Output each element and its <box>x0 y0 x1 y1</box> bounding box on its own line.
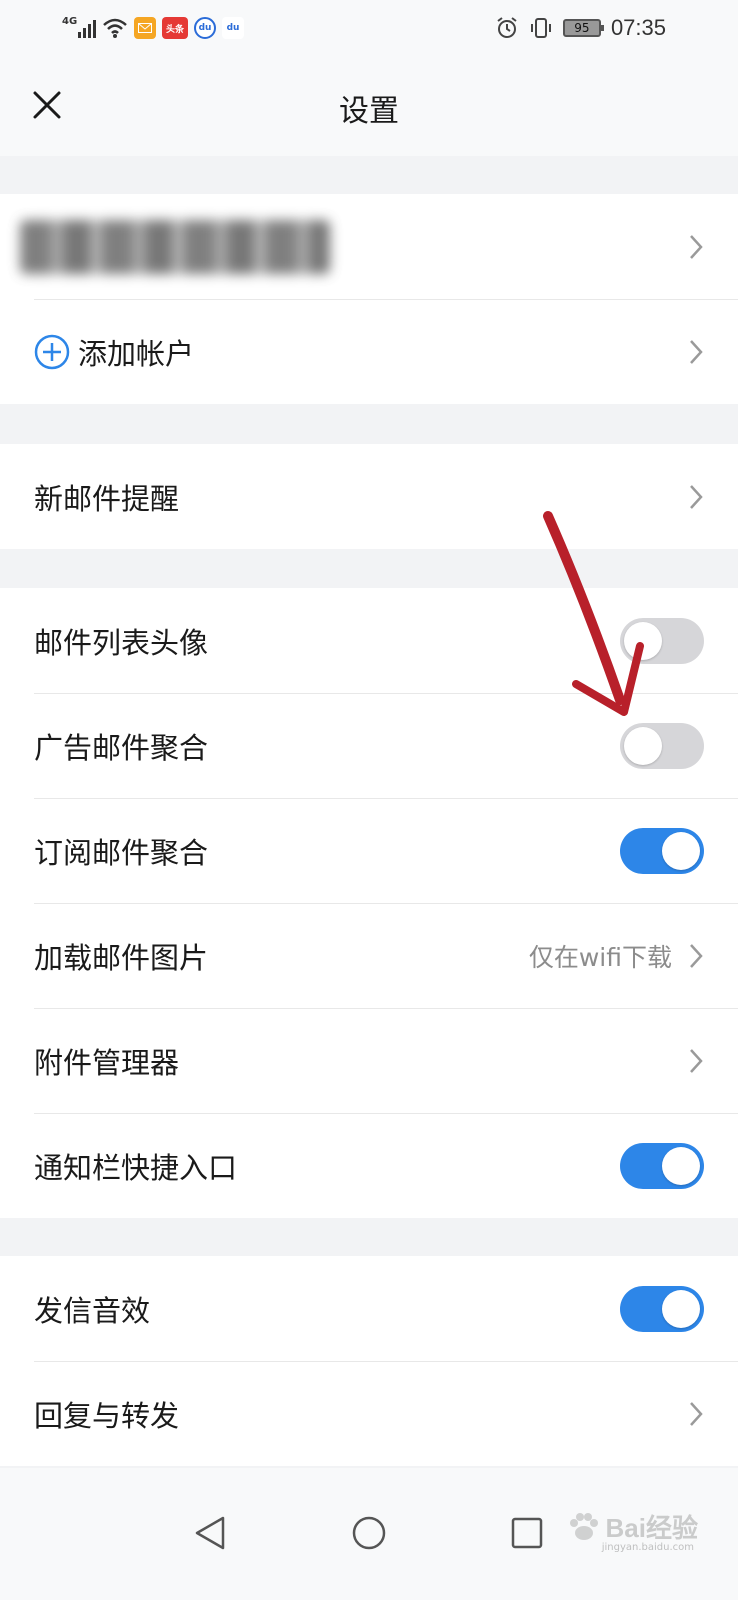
network-type: 4G <box>62 16 78 27</box>
reply-forward-row[interactable]: 回复与转发 <box>0 1361 738 1466</box>
chevron-right-icon <box>690 234 703 259</box>
settings-group: 邮件列表头像 广告邮件聚合 订阅邮件聚合 加载邮件图片 仅在wifi下载 附件管… <box>0 588 738 1218</box>
ad-mail-aggregate-toggle[interactable] <box>620 722 704 769</box>
mail-list-avatar-label: 邮件列表头像 <box>34 625 209 660</box>
status-bar: 4G 头条 du du 95 07:35 <box>0 0 738 56</box>
chevron-right-icon <box>690 943 703 968</box>
back-triangle-icon <box>195 1516 225 1550</box>
attachment-manager-label: 附件管理器 <box>34 1045 180 1080</box>
ad-mail-aggregate-row: 广告邮件聚合 <box>0 693 738 798</box>
notification-shortcut-label: 通知栏快捷入口 <box>34 1150 238 1185</box>
chevron-right-icon <box>690 339 703 364</box>
chevron-right-icon <box>690 1048 703 1073</box>
subscription-aggregate-toggle[interactable] <box>620 827 704 874</box>
notify-group: 新邮件提醒 <box>0 444 738 549</box>
subscription-aggregate-row: 订阅邮件聚合 <box>0 798 738 903</box>
alarm-icon <box>497 17 517 38</box>
baidu-jingyan-watermark: Bai经验 <box>566 1508 698 1545</box>
page-title: 设置 <box>339 94 399 129</box>
attachment-manager-row[interactable]: 附件管理器 <box>0 1008 738 1113</box>
mail-list-avatar-row: 邮件列表头像 <box>0 588 738 693</box>
send-sound-label: 发信音效 <box>34 1293 151 1328</box>
recents-square-icon <box>511 1517 543 1549</box>
add-account-row[interactable]: 添加帐户 <box>0 299 738 404</box>
header: 设置 <box>0 56 738 156</box>
wifi-icon <box>103 18 127 38</box>
subscription-aggregate-label: 订阅邮件聚合 <box>34 835 209 870</box>
paw-logo-icon <box>569 1512 598 1540</box>
notification-shortcut-toggle[interactable] <box>620 1142 704 1189</box>
baidu-small-icon: du <box>222 17 244 39</box>
new-mail-alert-label: 新邮件提醒 <box>34 481 180 516</box>
watermark-text: Bai经验 <box>605 1513 698 1543</box>
toutiao-icon: 头条 <box>162 17 188 39</box>
redacted-account-name <box>20 219 330 274</box>
battery-icon: 95 <box>562 19 604 37</box>
sound-group: 发信音效 回复与转发 <box>0 1256 738 1466</box>
mail-app-icon <box>134 17 156 39</box>
ad-mail-aggregate-label: 广告邮件聚合 <box>34 730 209 765</box>
send-sound-toggle[interactable] <box>620 1285 704 1332</box>
clock: 07:35 <box>610 15 666 40</box>
add-account-label: 添加帐户 <box>78 336 195 371</box>
chevron-right-icon <box>690 1401 703 1426</box>
status-right: 95 07:35 <box>495 14 666 42</box>
vibrate-icon <box>530 18 551 38</box>
load-images-row[interactable]: 加载邮件图片 仅在wifi下载 <box>0 903 738 1008</box>
reply-forward-label: 回复与转发 <box>34 1398 180 1433</box>
recents-button[interactable] <box>502 1508 552 1558</box>
new-mail-alert-row[interactable]: 新邮件提醒 <box>0 444 738 549</box>
home-circle-icon <box>352 1516 386 1550</box>
status-left: 4G 头条 du du <box>62 14 244 42</box>
load-images-value: 仅在wifi下载 <box>528 942 672 972</box>
signal-icon: 4G <box>62 16 96 40</box>
notification-shortcut-row: 通知栏快捷入口 <box>0 1113 738 1218</box>
add-circle-icon <box>34 334 70 369</box>
watermark-subtext: jingyan.baidu.com <box>601 1542 694 1553</box>
send-sound-row: 发信音效 <box>0 1256 738 1361</box>
back-button[interactable] <box>185 1508 235 1558</box>
home-button[interactable] <box>344 1508 394 1558</box>
baidu-icon: du <box>194 17 216 39</box>
account-row[interactable] <box>0 194 738 299</box>
chevron-right-icon <box>690 484 703 509</box>
account-group: 添加帐户 <box>0 194 738 404</box>
mail-list-avatar-toggle[interactable] <box>620 617 704 664</box>
load-images-label: 加载邮件图片 <box>34 940 209 975</box>
